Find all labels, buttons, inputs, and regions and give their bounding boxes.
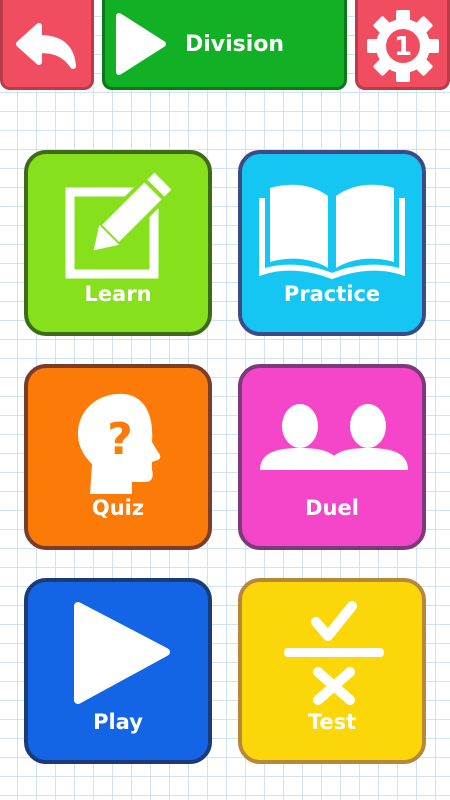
back-button[interactable] xyxy=(0,0,94,90)
back-arrow-icon xyxy=(16,23,76,69)
play-label: Play xyxy=(93,710,143,734)
quiz-button[interactable]: ? Quiz xyxy=(24,364,212,550)
learn-label: Learn xyxy=(84,282,152,306)
test-button[interactable]: Test xyxy=(238,578,426,764)
settings-badge: 1 xyxy=(394,32,412,62)
duel-button[interactable]: Duel xyxy=(238,364,426,550)
practice-label: Practice xyxy=(283,282,381,306)
quiz-label: Quiz xyxy=(91,496,145,520)
check-cross-icon xyxy=(284,601,384,705)
duel-label: Duel xyxy=(305,496,359,520)
play-icon xyxy=(116,13,166,75)
settings-button[interactable]: 1 xyxy=(355,0,450,90)
two-people-icon xyxy=(260,404,408,470)
learn-button[interactable]: Learn xyxy=(24,150,212,336)
gear-icon: 1 xyxy=(367,10,439,82)
play-icon xyxy=(74,602,170,704)
title-play-button[interactable]: Division xyxy=(102,0,347,90)
test-label: Test xyxy=(307,710,357,734)
question-head-icon: ? xyxy=(78,393,161,494)
play-button[interactable]: Play xyxy=(24,578,212,764)
svg-text:?: ? xyxy=(107,414,133,465)
page-title: Division xyxy=(185,32,285,57)
edit-icon xyxy=(65,166,178,279)
practice-button[interactable]: Practice xyxy=(238,150,426,336)
book-icon xyxy=(259,184,405,280)
